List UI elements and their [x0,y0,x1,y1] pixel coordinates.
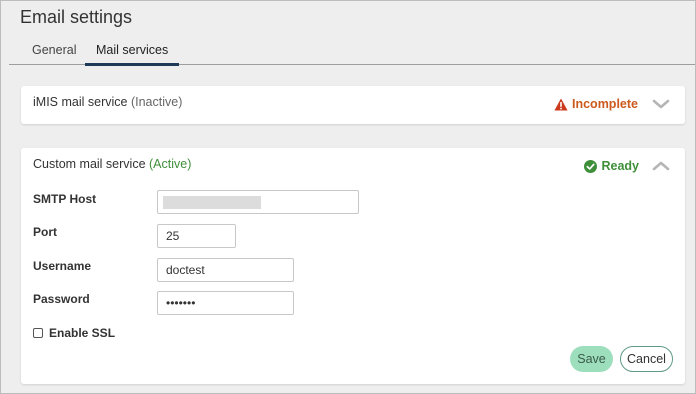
tab-general[interactable]: General [32,42,76,65]
save-button[interactable]: Save [570,346,613,372]
chevron-up-icon[interactable] [652,159,670,173]
custom-service-name: Custom mail service [33,157,146,171]
tab-mail-services[interactable]: Mail services [85,42,180,66]
custom-service-heading: Custom mail service (Active) [33,157,191,171]
check-circle-icon [584,159,598,173]
incomplete-status: Incomplete [554,97,638,111]
warning-triangle-icon [554,98,568,110]
enable-ssl-option[interactable]: Enable SSL [33,326,115,340]
imis-service-state: (Inactive) [130,95,183,109]
password-field[interactable]: ••••••• [157,291,294,315]
custom-mail-service-card: Custom mail service (Active) Ready SMTP … [21,148,685,384]
ready-status: Ready [584,159,639,173]
username-label: Username [33,259,92,273]
imis-service-heading: iMIS mail service (Inactive) [33,95,182,109]
tab-bar: General Mail services [9,39,695,66]
custom-service-state: (Active) [149,157,192,171]
imis-mail-service-card[interactable]: iMIS mail service (Inactive) Incomplete [21,86,685,124]
imis-service-name: iMIS mail service [33,95,128,109]
enable-ssl-label: Enable SSL [49,326,116,340]
port-field[interactable]: 25 [157,224,236,248]
username-field[interactable]: doctest [157,258,294,282]
port-label: Port [33,225,57,239]
cancel-button[interactable]: Cancel [620,346,673,372]
password-label: Password [33,292,90,306]
page-title: Email settings [20,7,133,27]
chevron-down-icon[interactable] [652,97,670,111]
ready-status-label: Ready [601,159,639,173]
enable-ssl-checkbox[interactable] [33,328,43,338]
smtp-host-field[interactable] [157,190,359,214]
incomplete-status-label: Incomplete [572,97,638,111]
redacted-smtp-host [163,196,261,209]
smtp-host-label: SMTP Host [33,192,97,206]
